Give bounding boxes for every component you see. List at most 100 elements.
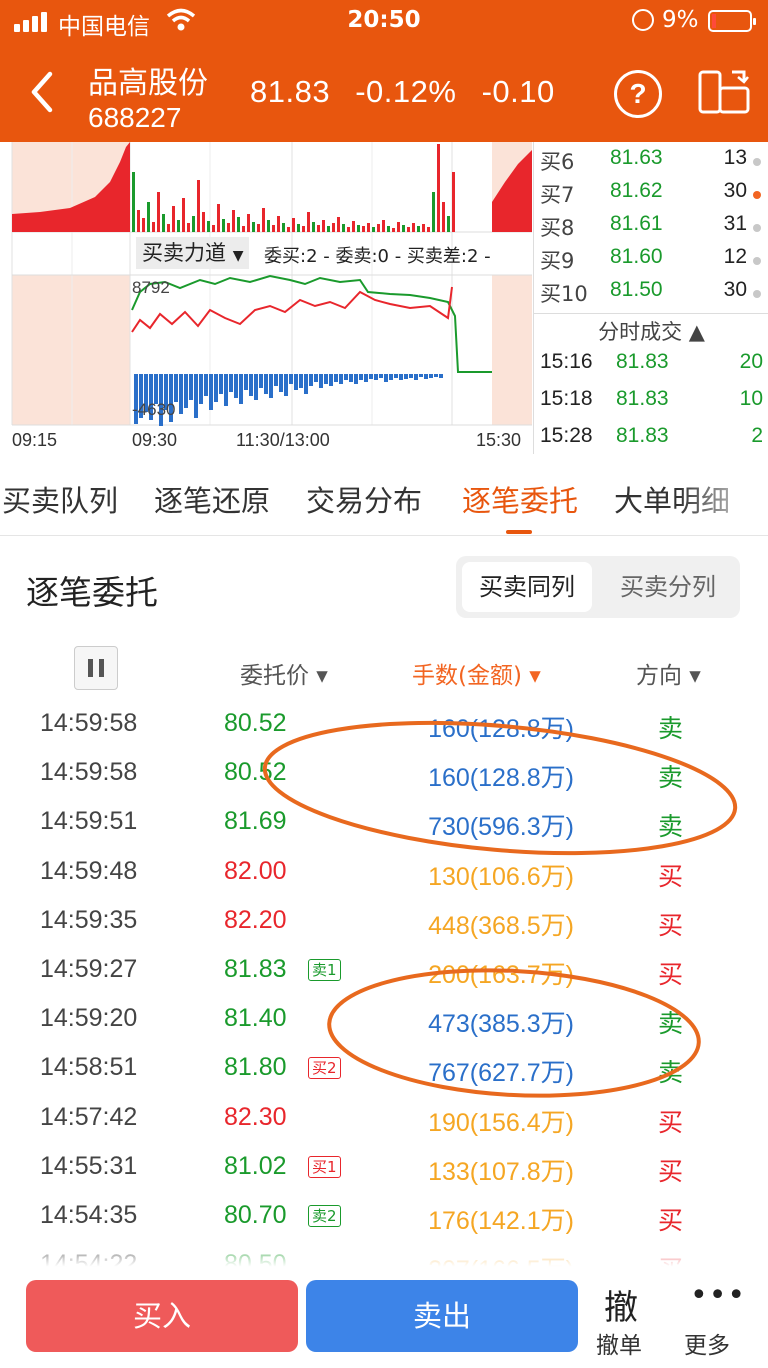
flow-bar (319, 374, 323, 388)
tick-row: 15:16 81.83 20 (534, 350, 768, 384)
bid-dot-icon (753, 257, 761, 265)
stock-name: 品高股份 (88, 66, 208, 101)
flow-bar (254, 374, 258, 400)
queue-tag: 卖2 (308, 1205, 341, 1227)
queue-tag: 卖1 (308, 959, 341, 981)
landscape-switch-icon[interactable] (698, 68, 750, 116)
bid-volume: 30 (723, 179, 747, 202)
order-price: 82.30 (224, 1102, 287, 1131)
tab-orders[interactable]: 逐笔委托 (462, 478, 578, 520)
volume-bar (427, 227, 430, 232)
order-qty: 448(368.5万) (428, 911, 574, 940)
volume-bar (337, 217, 340, 232)
order-qty: 133(107.8万) (428, 1157, 574, 1186)
same-column-button[interactable]: 买卖同列 (462, 562, 592, 612)
tick-row: 15:18 81.83 10 (534, 387, 768, 421)
bid-row[interactable]: 买8 81.61 31 (534, 212, 768, 245)
volume-bar (232, 210, 235, 232)
order-row[interactable]: 14:58:51 81.80 买2 767(627.7万) 卖 (0, 1044, 768, 1093)
more-icon[interactable]: ••• (690, 1278, 746, 1313)
order-price: 80.52 (224, 709, 287, 737)
order-row[interactable]: 14:59:58 80.52 160(128.8万) 卖 (0, 749, 768, 798)
cancel-icon[interactable]: 撤 (598, 1280, 644, 1329)
order-price: 80.70 (224, 1201, 287, 1229)
more-button[interactable]: 更多 (684, 1326, 730, 1360)
bid-row[interactable]: 买6 81.63 13 (534, 146, 768, 179)
volume-bar (387, 226, 390, 232)
flow-bar (404, 374, 408, 379)
order-direction: 卖 (658, 714, 684, 743)
level-top: 8792 (132, 278, 170, 297)
tab-distribution[interactable]: 交易分布 (306, 478, 422, 520)
bid-row[interactable]: 买9 81.60 12 (534, 245, 768, 278)
tick-time: 15:16 (540, 350, 593, 373)
flow-bar (434, 374, 438, 377)
order-qty: 130(106.6万) (428, 862, 574, 891)
tick-price: 81.83 (616, 424, 669, 447)
order-row[interactable]: 14:55:31 81.02 买1 133(107.8万) 买 (0, 1143, 768, 1192)
order-row[interactable]: 14:57:42 82.30 190(156.4万) 买 (0, 1094, 768, 1143)
order-row[interactable]: 14:59:58 80.52 160(128.8万) 卖 (0, 700, 768, 749)
column-qty-header[interactable]: 手数(金额) ▾ (412, 656, 541, 690)
flow-bar (239, 374, 243, 404)
order-direction: 买 (658, 910, 684, 940)
volume-bar (407, 227, 410, 232)
chevron-down-icon: ▼ (232, 248, 244, 264)
bid-price: 81.63 (610, 146, 663, 169)
volume-bar (332, 223, 335, 232)
tick-price: 81.83 (616, 387, 669, 410)
pause-button[interactable] (74, 646, 118, 690)
order-direction: 卖 (658, 1058, 684, 1088)
column-price-header[interactable]: 委托价 ▾ (240, 656, 328, 690)
order-row[interactable]: 14:59:35 82.20 448(368.5万) 买 (0, 897, 768, 946)
order-direction: 买 (658, 960, 684, 989)
order-row[interactable]: 14:59:27 81.83 卖1 200(163.7万) 买 (0, 946, 768, 995)
flow-bar (189, 374, 193, 400)
split-column-button[interactable]: 买卖分列 (602, 562, 734, 612)
volume-bar (177, 220, 180, 232)
tick-volume: 2 (751, 424, 763, 447)
flow-bar (369, 374, 373, 379)
time-axis-label: 11:30/13:00 (236, 430, 330, 450)
section-title: 逐笔委托 (26, 573, 158, 612)
order-price: 80.52 (224, 758, 287, 787)
volume-bar (417, 226, 420, 232)
queue-tag: 买2 (308, 1057, 341, 1080)
force-selector[interactable]: 买卖力道 ▼ (136, 237, 250, 269)
trade-bar: 买入 卖出 撤 撤单 ••• 更多 (0, 1268, 768, 1368)
help-button[interactable]: ? (614, 70, 662, 118)
intraday-chart[interactable]: 买卖力道 ▼ 委买:2 - 委卖:0 - 买卖差:2 - 8792 -4630 … (0, 142, 533, 454)
sell-button[interactable]: 卖出 (306, 1280, 578, 1352)
cancel-order-button[interactable]: 撤单 (596, 1326, 642, 1360)
order-row[interactable]: 14:54:35 80.70 卖2 176(142.1万) 买 (0, 1192, 768, 1241)
rotation-lock-icon (632, 9, 654, 31)
queue-tag: 买1 (308, 1155, 341, 1178)
tab-tick-replay[interactable]: 逐笔还原 (154, 478, 270, 520)
volume-bar (277, 216, 280, 232)
volume-bar (342, 224, 345, 232)
volume-bar (137, 210, 140, 232)
order-time: 14:59:51 (40, 807, 138, 836)
volume-bar (157, 192, 160, 232)
volume-bar (327, 226, 330, 232)
volume-bar (257, 224, 260, 232)
order-row[interactable]: 14:59:20 81.40 473(385.3万) 卖 (0, 995, 768, 1044)
order-row[interactable]: 14:59:48 82.00 130(106.6万) 买 (0, 848, 768, 897)
order-qty: 176(142.1万) (428, 1207, 574, 1235)
bid-dot-icon (753, 224, 761, 232)
back-arrow-icon[interactable] (26, 70, 58, 114)
order-row[interactable]: 14:59:51 81.69 730(596.3万) 卖 (0, 798, 768, 847)
flow-bar (289, 374, 293, 384)
order-qty: 730(596.3万) (428, 813, 574, 842)
volume-bar (357, 225, 360, 232)
bid-price: 81.50 (610, 278, 663, 301)
order-price: 82.20 (224, 905, 287, 934)
volume-bar (352, 221, 355, 232)
volume-bar (132, 172, 135, 232)
ticks-header[interactable]: 分时成交 ▲ (534, 316, 768, 346)
bid-row[interactable]: 买10 81.50 30 (534, 278, 768, 311)
buy-button[interactable]: 买入 (26, 1280, 298, 1352)
tab-queue[interactable]: 买卖队列 (2, 478, 118, 520)
column-direction-header[interactable]: 方向 ▾ (636, 656, 701, 690)
bid-row[interactable]: 买7 81.62 30 (534, 179, 768, 212)
